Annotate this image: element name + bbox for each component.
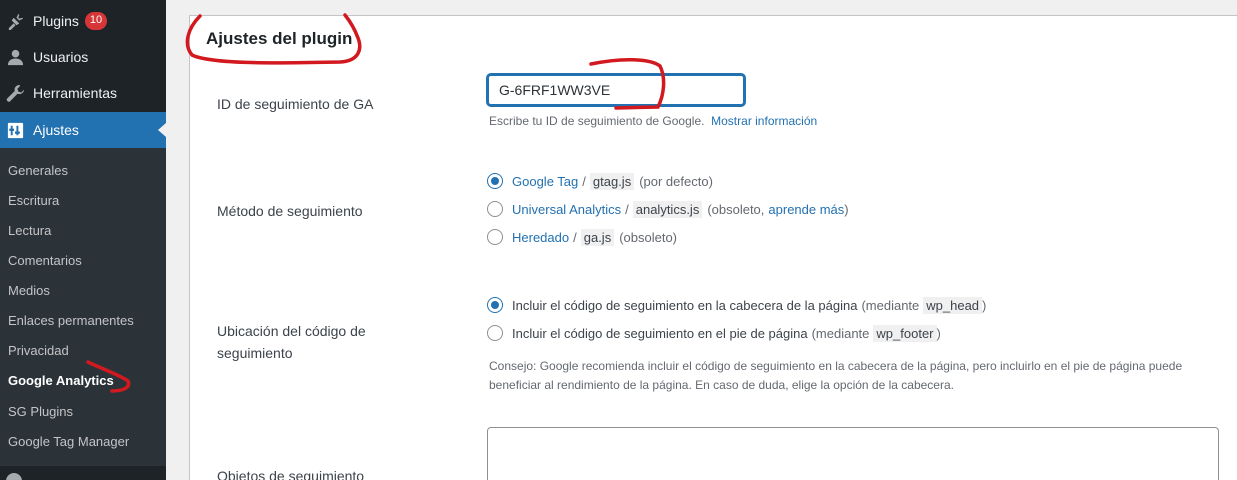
tracking-objects-label: Objetos de seguimiento: [217, 468, 365, 480]
ga-tracking-id-input[interactable]: [487, 74, 745, 106]
user-icon: [5, 47, 25, 67]
slash-separator: /: [625, 201, 629, 217]
plug-icon: [5, 11, 25, 31]
ga-id-help-text: Escribe tu ID de seguimiento de Google.: [489, 114, 705, 128]
radio-legacy[interactable]: [487, 229, 503, 245]
ga-id-label: ID de seguimiento de GA: [217, 96, 374, 112]
menu-item-label: Usuarios: [33, 49, 89, 65]
settings-submenu: Generales Escritura Lectura Comentarios …: [0, 148, 166, 466]
code-ga: ga.js: [580, 228, 615, 246]
submenu-item-sg-plugins[interactable]: SG Plugins: [8, 402, 73, 422]
note-default: (por defecto): [639, 173, 713, 189]
menu-item-ajustes[interactable]: Ajustes: [0, 112, 166, 148]
section-title: Ajustes del plugin: [206, 29, 353, 48]
menu-item-label: Ajustes: [33, 122, 79, 138]
location-tip-line-1: Consejo: Google recomienda incluir el có…: [489, 359, 1183, 373]
submenu-item-generales[interactable]: Generales: [8, 161, 68, 181]
google-tag-link[interactable]: Google Tag: [512, 174, 578, 189]
menu-icon: [6, 473, 22, 480]
method-option-legacy[interactable]: Heredado / ga.js (obsoleto): [487, 227, 677, 247]
submenu-item-medios[interactable]: Medios: [8, 281, 50, 301]
universal-analytics-link[interactable]: Universal Analytics: [512, 202, 621, 217]
method-option-gtag[interactable]: Google Tag / gtag.js (por defecto): [487, 171, 713, 191]
location-footer-text: Incluir el código de seguimiento en el p…: [512, 325, 808, 341]
close-paren: ): [982, 297, 987, 313]
admin-sidebar: Plugins 10 Usuarios Herramientas Ajustes…: [0, 0, 166, 480]
slash-separator: /: [582, 173, 586, 189]
menu-item-partial[interactable]: [0, 466, 166, 480]
close-paren: ): [936, 325, 941, 341]
note-suffix: ): [844, 201, 849, 217]
code-wp-head: wp_head: [923, 296, 983, 314]
submenu-item-comentarios[interactable]: Comentarios: [8, 251, 82, 271]
location-head-note: (mediante: [861, 297, 920, 313]
settings-icon: [5, 120, 25, 140]
learn-more-link[interactable]: aprende más: [768, 202, 844, 217]
radio-footer[interactable]: [487, 325, 503, 341]
code-analytics: analytics.js: [632, 200, 703, 218]
location-head-text: Incluir el código de seguimiento en la c…: [512, 297, 858, 313]
submenu-item-google-analytics[interactable]: Google Analytics: [8, 371, 114, 391]
submenu-item-escritura[interactable]: Escritura: [8, 191, 59, 211]
code-location-label: Ubicación del código de seguimiento: [217, 323, 366, 361]
heredado-link[interactable]: Heredado: [512, 230, 569, 245]
slash-separator: /: [573, 229, 577, 245]
submenu-item-lectura[interactable]: Lectura: [8, 221, 51, 241]
wrench-icon: [5, 83, 25, 103]
menu-item-plugins[interactable]: Plugins 10: [0, 3, 166, 39]
location-tip: Consejo: Google recomienda incluir el có…: [489, 357, 1234, 395]
submenu-item-google-tag-manager[interactable]: Google Tag Manager: [8, 432, 129, 452]
menu-item-herramientas[interactable]: Herramientas: [0, 75, 166, 111]
method-option-universal[interactable]: Universal Analytics / analytics.js (obso…: [487, 199, 849, 219]
tracking-method-label: Método de seguimiento: [217, 203, 363, 219]
radio-universal[interactable]: [487, 201, 503, 217]
tracking-objects-textarea[interactable]: [487, 427, 1219, 480]
update-count-badge: 10: [84, 12, 108, 30]
note-obsolete: (obsoleto): [619, 229, 678, 245]
show-info-link[interactable]: Mostrar información: [711, 114, 817, 128]
location-option-footer[interactable]: Incluir el código de seguimiento en el p…: [487, 323, 941, 343]
note-obsolete-prefix: (obsoleto,: [707, 201, 765, 217]
ga-id-help: Escribe tu ID de seguimiento de Google. …: [489, 112, 817, 131]
submenu-item-enlaces-permanentes[interactable]: Enlaces permanentes: [8, 311, 134, 331]
menu-item-usuarios[interactable]: Usuarios: [0, 39, 166, 75]
radio-head[interactable]: [487, 297, 503, 313]
code-wp-footer: wp_footer: [873, 324, 937, 342]
location-tip-line-2: beneficiar al rendimiento de la página. …: [489, 378, 954, 392]
menu-item-label: Plugins: [33, 13, 79, 29]
location-footer-note: (mediante: [811, 325, 870, 341]
menu-item-label: Herramientas: [33, 85, 118, 101]
location-option-head[interactable]: Incluir el código de seguimiento en la c…: [487, 295, 986, 315]
submenu-item-privacidad[interactable]: Privacidad: [8, 341, 69, 361]
radio-gtag[interactable]: [487, 173, 503, 189]
code-gtag: gtag.js: [589, 172, 635, 190]
